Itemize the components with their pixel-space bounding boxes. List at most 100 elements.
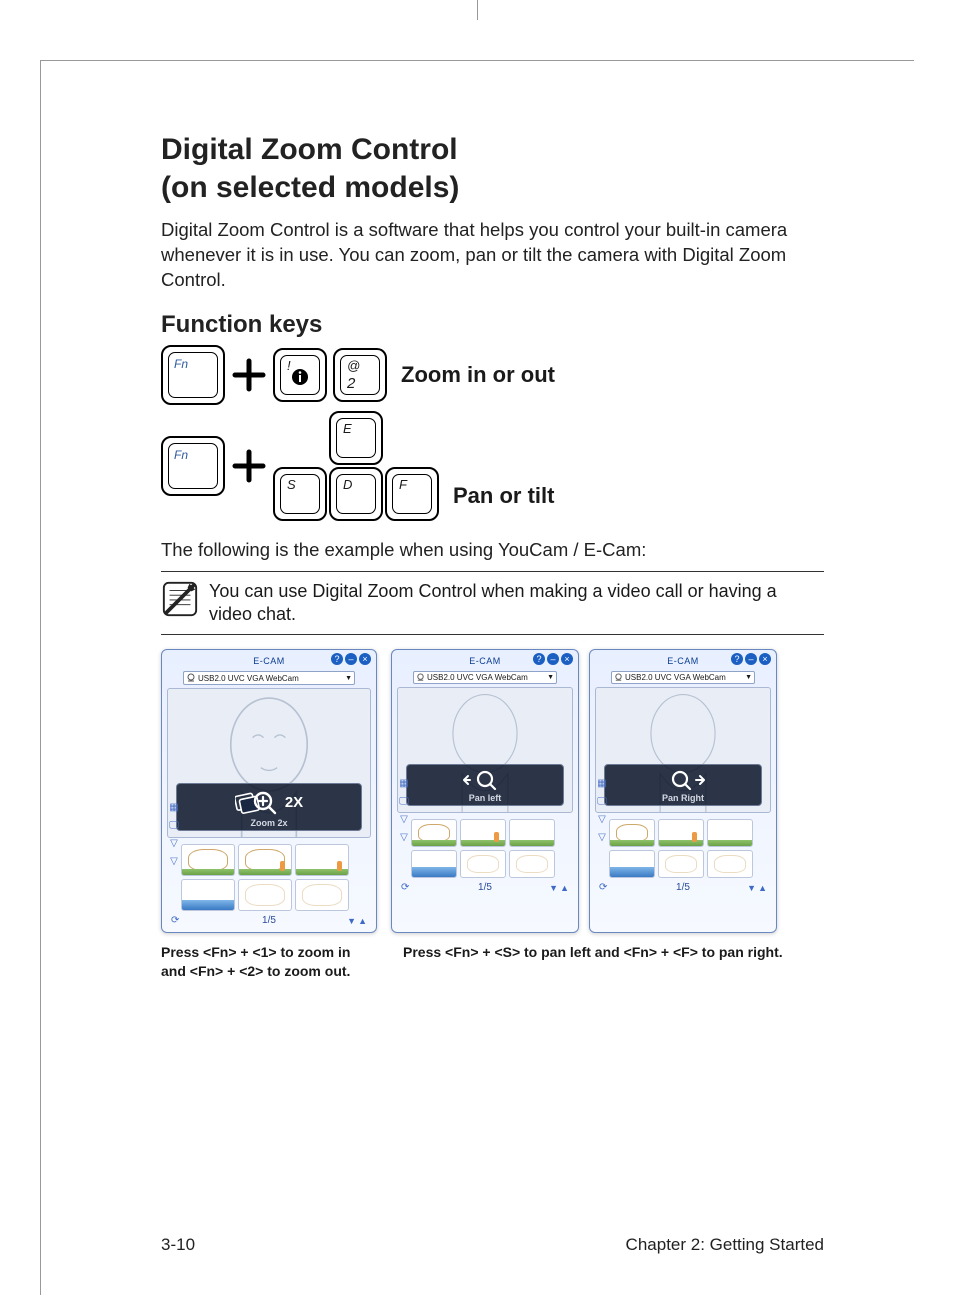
list-item[interactable] bbox=[509, 819, 555, 847]
webcam-icon bbox=[614, 673, 623, 682]
camera-preview-panleft: Pan left bbox=[397, 687, 573, 813]
list-item[interactable] bbox=[238, 879, 292, 911]
chevron-down-icon[interactable]: ▽ bbox=[397, 830, 411, 844]
chevron-down-icon[interactable]: ▽ bbox=[595, 830, 609, 844]
note-icon bbox=[161, 580, 199, 618]
list-item[interactable] bbox=[509, 850, 555, 878]
refresh-icon[interactable]: ⟳ bbox=[401, 882, 409, 893]
gallery-icon[interactable]: ▦ bbox=[397, 776, 411, 790]
pager-text: 1/5 bbox=[262, 915, 276, 926]
minimize-icon[interactable]: – bbox=[345, 653, 357, 665]
side-icons: ▦ 🖵 ▽ ▽ bbox=[167, 800, 181, 868]
list-item[interactable] bbox=[181, 879, 235, 911]
list-item[interactable] bbox=[411, 850, 457, 878]
key-s-label: S bbox=[287, 477, 296, 492]
minimize-icon[interactable]: – bbox=[745, 653, 757, 665]
key-row-pantilt: Fn E S D F bbox=[161, 411, 824, 521]
page-title: Digital Zoom Control (on selected models… bbox=[161, 131, 824, 208]
webcam-icon bbox=[186, 673, 196, 683]
list-item[interactable] bbox=[460, 819, 506, 847]
ecam-title-1: E-CAM bbox=[253, 656, 285, 666]
overlay-panleft: Pan left bbox=[406, 764, 564, 806]
key-2-bottom: 2 bbox=[347, 375, 355, 392]
gallery-icon[interactable]: ▦ bbox=[595, 776, 609, 790]
keycap-d: D bbox=[329, 467, 383, 521]
keycap-fn: Fn bbox=[161, 345, 225, 405]
close-icon[interactable]: × bbox=[561, 653, 573, 665]
camera-dropdown[interactable]: USB2.0 UVC VGA WebCam ▼ bbox=[413, 671, 557, 684]
refresh-icon[interactable]: ⟳ bbox=[171, 915, 179, 926]
example-intro: The following is the example when using … bbox=[161, 539, 824, 561]
refresh-icon[interactable]: ⟳ bbox=[599, 882, 607, 893]
chevron-down-icon[interactable]: ▽ bbox=[167, 854, 181, 868]
list-item[interactable] bbox=[295, 879, 349, 911]
screenshot-panright: E-CAM ?–× USB2.0 UVC VGA WebCam ▼ bbox=[589, 649, 777, 933]
note-block: You can use Digital Zoom Control when ma… bbox=[161, 571, 824, 636]
camera-name: USB2.0 UVC VGA WebCam bbox=[427, 673, 528, 682]
monitor-icon[interactable]: 🖵 bbox=[595, 794, 609, 808]
fn-label-2: Fn bbox=[174, 448, 188, 462]
list-item[interactable] bbox=[295, 844, 349, 876]
page-up-icon[interactable]: ▲ bbox=[358, 916, 367, 926]
chevron-down-icon[interactable]: ▽ bbox=[167, 836, 181, 850]
overlay-panright: Pan Right bbox=[604, 764, 762, 806]
list-item[interactable] bbox=[411, 819, 457, 847]
magnifier-left-icon bbox=[460, 770, 510, 790]
close-icon[interactable]: × bbox=[359, 653, 371, 665]
webcam-icon bbox=[416, 673, 425, 682]
caption-pan: Press <Fn> + <S> to pan left and <Fn> + … bbox=[403, 943, 824, 979]
page-down-icon[interactable]: ▼ bbox=[347, 916, 356, 926]
key-row-zoom: Fn ! @ 2 Zoom in or out bbox=[161, 345, 824, 405]
window-controls: ? – × bbox=[331, 653, 371, 665]
overlay-2x-text: 2X bbox=[285, 794, 303, 811]
overlay-panleft-label: Pan left bbox=[407, 791, 563, 803]
ecam-title-3: E-CAM bbox=[667, 656, 699, 666]
section-function-keys: Function keys bbox=[161, 311, 824, 339]
camera-dropdown[interactable]: USB2.0 UVC VGA WebCam ▼ bbox=[611, 671, 755, 684]
keycap-fn-2: Fn bbox=[161, 436, 225, 496]
list-item[interactable] bbox=[658, 819, 704, 847]
key-f-label: F bbox=[399, 477, 407, 492]
caption-row: Press <Fn> + <1> to zoom in and <Fn> + <… bbox=[161, 943, 824, 979]
plus-icon-2 bbox=[231, 448, 267, 484]
list-item[interactable] bbox=[460, 850, 506, 878]
help-icon[interactable]: ? bbox=[533, 653, 545, 665]
keycap-f: F bbox=[385, 467, 439, 521]
chevron-down-icon: ▼ bbox=[745, 674, 752, 681]
list-item[interactable] bbox=[609, 819, 655, 847]
pager-text: 1/5 bbox=[478, 882, 492, 893]
page-down-icon[interactable]: ▼ bbox=[747, 883, 756, 893]
page-number: 3-10 bbox=[161, 1235, 195, 1255]
page-up-icon[interactable]: ▲ bbox=[560, 883, 569, 893]
thumbnail-strip bbox=[181, 844, 369, 911]
chevron-down-icon[interactable]: ▽ bbox=[397, 812, 411, 826]
page-down-icon[interactable]: ▼ bbox=[549, 883, 558, 893]
list-item[interactable] bbox=[707, 850, 753, 878]
monitor-icon[interactable]: 🖵 bbox=[167, 818, 181, 832]
help-icon[interactable]: ? bbox=[331, 653, 343, 665]
info-icon bbox=[291, 368, 309, 391]
plus-icon bbox=[231, 357, 267, 393]
overlay-zoom-label: Zoom 2x bbox=[177, 816, 361, 828]
list-item[interactable] bbox=[238, 844, 292, 876]
overlay-panright-label: Pan Right bbox=[605, 791, 761, 803]
thumbnail-strip bbox=[411, 819, 571, 878]
camera-preview-zoom: 2X Zoom 2x bbox=[167, 688, 371, 838]
chevron-down-icon[interactable]: ▽ bbox=[595, 812, 609, 826]
list-item[interactable] bbox=[181, 844, 235, 876]
list-item[interactable] bbox=[707, 819, 753, 847]
monitor-icon[interactable]: 🖵 bbox=[397, 794, 411, 808]
help-icon[interactable]: ? bbox=[731, 653, 743, 665]
list-item[interactable] bbox=[658, 850, 704, 878]
key-2-top: @ bbox=[347, 358, 360, 373]
close-icon[interactable]: × bbox=[759, 653, 771, 665]
page-body: Digital Zoom Control (on selected models… bbox=[40, 60, 914, 1295]
list-item[interactable] bbox=[609, 850, 655, 878]
gallery-icon[interactable]: ▦ bbox=[167, 800, 181, 814]
screenshot-row: E-CAM ? – × USB2.0 UVC VGA WebCam ▼ bbox=[161, 649, 824, 933]
pager: ⟳ 1/5 ▼▲ bbox=[167, 915, 371, 926]
overlay-zoom: 2X Zoom 2x bbox=[176, 783, 362, 831]
minimize-icon[interactable]: – bbox=[547, 653, 559, 665]
camera-dropdown[interactable]: USB2.0 UVC VGA WebCam ▼ bbox=[183, 671, 355, 685]
page-up-icon[interactable]: ▲ bbox=[758, 883, 767, 893]
